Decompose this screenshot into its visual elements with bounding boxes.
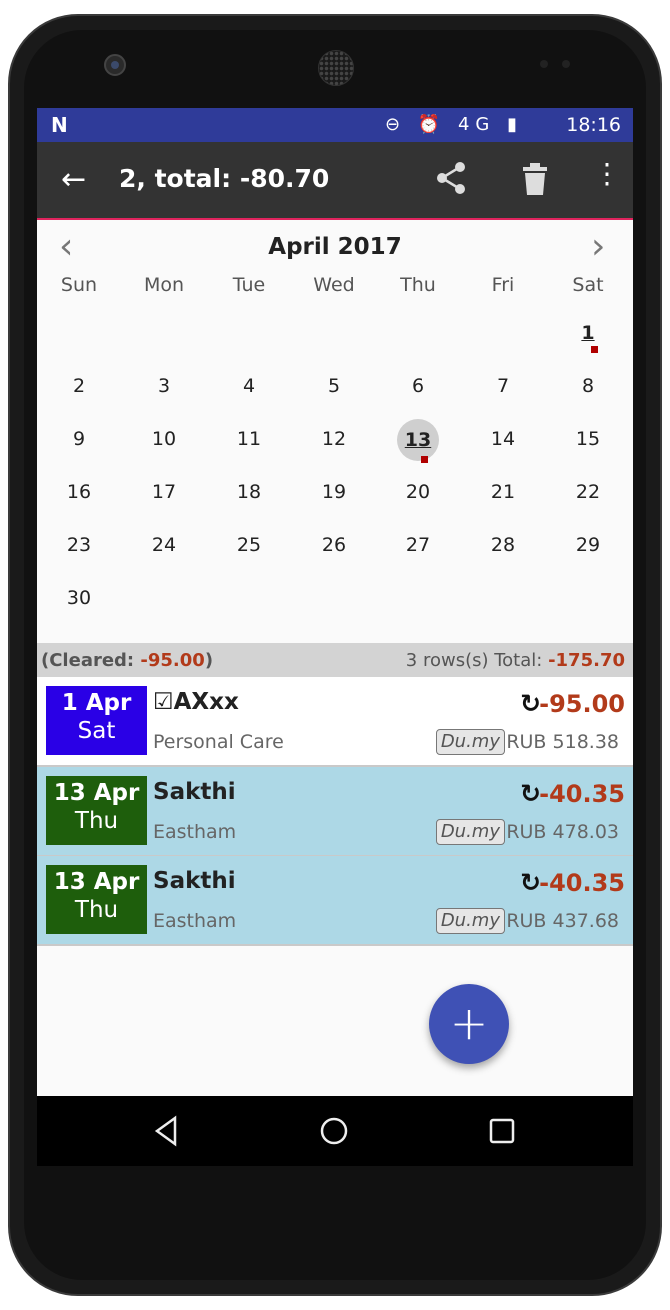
amount: -40.35: [539, 869, 625, 897]
screen: N ⊖ ⏰ 4G ▮ 18:16 ← 2, total: -80.70 ⋮ ‹ …: [37, 108, 633, 1166]
calendar-day[interactable]: 14: [461, 419, 545, 459]
calendar-day[interactable]: 18: [207, 472, 291, 512]
calendar-day[interactable]: 16: [37, 472, 121, 512]
share-icon[interactable]: [433, 160, 469, 200]
add-transaction-button[interactable]: +: [429, 984, 509, 1064]
date-badge: 1 Apr Sat: [46, 686, 147, 755]
date-label: 13 Apr: [53, 869, 140, 895]
recurring-icon: ↻: [520, 868, 541, 897]
account-tag: Du.my: [435, 908, 505, 934]
date-label: 13 Apr: [53, 780, 140, 806]
calendar-day-selected[interactable]: 13: [376, 419, 460, 461]
calendar-month: April 2017: [268, 234, 402, 260]
nav-home-icon[interactable]: [317, 1114, 357, 1148]
calendar-day[interactable]: 24: [122, 525, 206, 565]
calendar-day[interactable]: 5: [292, 366, 376, 406]
app-toolbar: ← 2, total: -80.70 ⋮: [37, 142, 633, 220]
category: Personal Care: [153, 731, 284, 753]
calendar-day[interactable]: 1: [546, 313, 630, 353]
calendar-day[interactable]: 25: [207, 525, 291, 565]
calendar-day[interactable]: 19: [292, 472, 376, 512]
back-arrow-icon[interactable]: ←: [61, 162, 86, 197]
transaction-row[interactable]: 13 Apr Thu Sakthi Eastham ↻ -40.35 Du.my…: [37, 856, 633, 946]
system-nav-bar: [37, 1096, 633, 1166]
weekday-fri: Fri: [491, 274, 515, 296]
calendar-day[interactable]: 12: [292, 419, 376, 459]
calendar-day[interactable]: 22: [546, 472, 630, 512]
calendar-day[interactable]: 6: [376, 366, 460, 406]
date-badge: 13 Apr Thu: [46, 776, 147, 845]
calendar-day[interactable]: 7: [461, 366, 545, 406]
earpiece-speaker: [318, 50, 354, 86]
weekday-sun: Sun: [60, 274, 98, 296]
category: Eastham: [153, 910, 237, 932]
weekday-wed: Wed: [313, 274, 355, 296]
front-camera: [104, 54, 126, 76]
amount: -40.35: [539, 780, 625, 808]
calendar-day[interactable]: 23: [37, 525, 121, 565]
cleared-summary: (Cleared: -95.00): [41, 650, 214, 671]
calendar-day[interactable]: 11: [207, 419, 291, 459]
running-balance: RUB 518.38: [506, 731, 619, 753]
recurring-icon: ↻: [520, 779, 541, 808]
nav-back-icon[interactable]: [149, 1114, 189, 1148]
recurring-icon: ↻: [520, 689, 541, 718]
transaction-row[interactable]: 1 Apr Sat ☑AXxx Personal Care ↻ -95.00 D…: [37, 677, 633, 767]
calendar-day[interactable]: 30: [37, 578, 121, 618]
payee: Sakthi: [153, 779, 236, 805]
date-label: 1 Apr: [61, 690, 132, 716]
nav-recents-icon[interactable]: [485, 1114, 525, 1148]
delete-icon[interactable]: [521, 162, 549, 200]
notification-n-icon: N: [51, 113, 68, 137]
total-summary: 3 rows(s) Total: -175.70: [405, 650, 625, 671]
event-dot: [591, 346, 598, 353]
running-balance: RUB 437.68: [506, 910, 619, 932]
status-bar: N ⊖ ⏰ 4G ▮ 18:16: [37, 108, 633, 142]
calendar-day[interactable]: 20: [376, 472, 460, 512]
cleared-check-icon: ☑: [153, 689, 174, 715]
calendar-day[interactable]: 17: [122, 472, 206, 512]
account-tag: Du.my: [435, 729, 505, 755]
calendar-day[interactable]: 3: [122, 366, 206, 406]
payee: Sakthi: [153, 868, 236, 894]
category: Eastham: [153, 821, 237, 843]
status-time: 18:16: [566, 114, 621, 136]
weekday-label: Thu: [74, 897, 119, 923]
toolbar-title: 2, total: -80.70: [119, 164, 330, 193]
summary-bar: (Cleared: -95.00) 3 rows(s) Total: -175.…: [37, 643, 633, 677]
weekday-mon: Mon: [143, 274, 185, 296]
calendar-day[interactable]: 29: [546, 525, 630, 565]
calendar-day[interactable]: 2: [37, 366, 121, 406]
calendar-day[interactable]: 26: [292, 525, 376, 565]
weekday-tue: Tue: [232, 274, 266, 296]
calendar-day[interactable]: 27: [376, 525, 460, 565]
overflow-menu-icon[interactable]: ⋮: [593, 160, 621, 188]
calendar: ‹ April 2017 › Sun Mon Tue Wed Thu Fri S…: [37, 220, 633, 643]
calendar-day[interactable]: 4: [207, 366, 291, 406]
weekday-thu: Thu: [400, 274, 436, 296]
calendar-day[interactable]: 15: [546, 419, 630, 459]
calendar-day[interactable]: 21: [461, 472, 545, 512]
amount: -95.00: [539, 690, 625, 718]
weekday-label: Sat: [77, 718, 116, 744]
proximity-sensor: [540, 60, 548, 68]
next-month-icon[interactable]: ›: [591, 226, 605, 267]
running-balance: RUB 478.03: [506, 821, 619, 843]
weekday-label: Thu: [74, 808, 119, 834]
date-badge: 13 Apr Thu: [46, 865, 147, 934]
calendar-day[interactable]: 8: [546, 366, 630, 406]
event-dot: [421, 456, 428, 463]
payee: ☑AXxx: [153, 689, 239, 715]
calendar-day[interactable]: 28: [461, 525, 545, 565]
calendar-day[interactable]: 9: [37, 419, 121, 459]
calendar-day[interactable]: 10: [122, 419, 206, 459]
status-icons: ⊖ ⏰ 4G ▮: [385, 114, 523, 135]
account-tag: Du.my: [435, 819, 505, 845]
transaction-row[interactable]: 13 Apr Thu Sakthi Eastham ↻ -40.35 Du.my…: [37, 767, 633, 857]
light-sensor: [562, 60, 570, 68]
weekday-sat: Sat: [572, 274, 604, 296]
